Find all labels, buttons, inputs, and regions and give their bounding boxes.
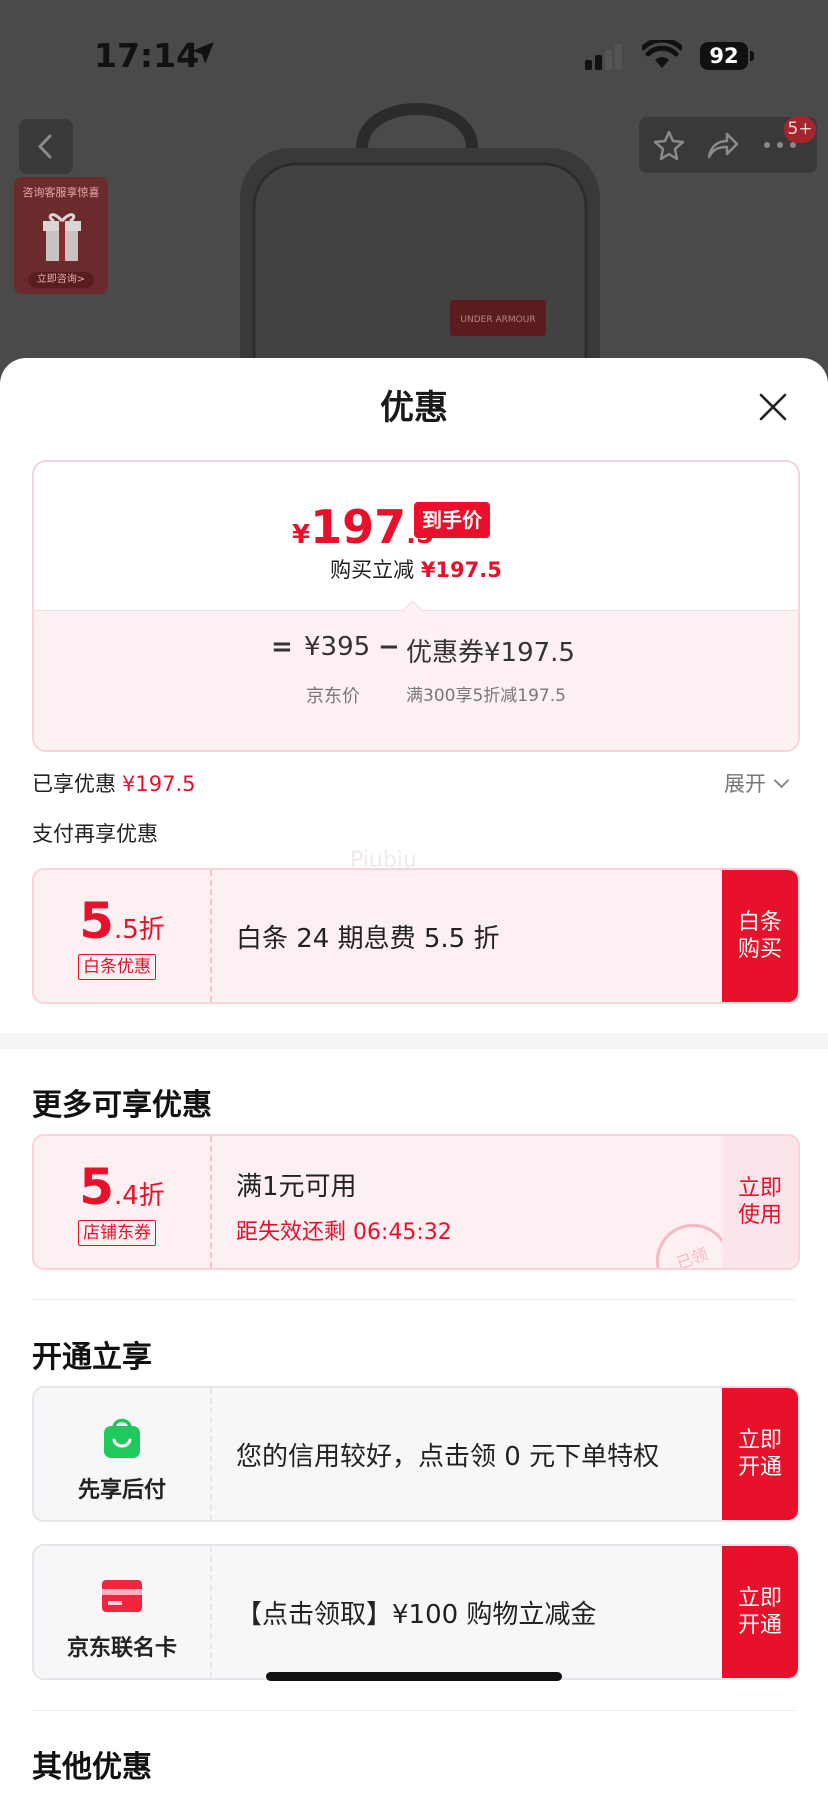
message-badge: 5+ [784, 116, 816, 143]
equals-sign: = [271, 632, 293, 662]
baitiao-coupon[interactable]: 5.5折 白条优惠 白条 24 期息费 5.5 折 白条 购买 [32, 868, 800, 1004]
activate-card-button[interactable]: 立即 开通 [722, 1546, 798, 1678]
customer-service-promo[interactable]: 咨询客服享惊喜 立即咨询> [14, 177, 108, 294]
jd-price-label: 京东价 [306, 686, 360, 707]
button-label: 立即 使用 [737, 1176, 782, 1228]
discount-sheet: 优惠 ¥197.5 到手价 购买立减 ¥197.5 = ¥395 − 优惠券¥1… [0, 358, 828, 1795]
coupon-discount-area: 5.4折 店铺东券 [34, 1136, 212, 1268]
offer-text: 【点击领取】¥100 购物立减金 [236, 1600, 597, 1630]
coupon-text: 白条 24 期息费 5.5 折 [236, 924, 500, 954]
open-enjoy-title: 开通立享 [32, 1340, 152, 1375]
final-price: ¥197.5 [292, 500, 434, 554]
final-price-card: ¥197.5 到手价 购买立减 ¥197.5 = ¥395 − 优惠券¥197.… [32, 460, 800, 752]
coupon-discount-area: 5.5折 白条优惠 [34, 870, 212, 1002]
home-indicator [266, 1672, 562, 1681]
promo-consult-button[interactable]: 立即咨询> [28, 272, 94, 288]
final-price-tag: 到手价 [414, 502, 490, 538]
instant-reduction: 购买立减 ¥197.5 [330, 558, 502, 582]
battery-tip [750, 51, 754, 61]
section-divider [0, 1033, 828, 1049]
credit-card-icon [102, 1580, 142, 1612]
coupon-tag: 白条优惠 [78, 954, 156, 980]
back-button[interactable] [19, 119, 73, 174]
chevron-left-icon [37, 134, 52, 159]
service-area: 京东联名卡 [34, 1546, 212, 1678]
button-label: 立即 开通 [737, 1428, 782, 1480]
share-icon[interactable] [705, 129, 739, 161]
store-coupon[interactable]: 5.4折 店铺东券 满1元可用 距失效还剩 06:45:32 已领 立即 使用 [32, 1134, 800, 1270]
battery-indicator: 92 [700, 42, 748, 70]
service-label: 京东联名卡 [66, 1636, 177, 1661]
gift-icon [43, 213, 81, 261]
button-label: 白条 购买 [737, 910, 782, 962]
service-label: 先享后付 [77, 1478, 166, 1503]
divider-line [32, 1299, 796, 1300]
expand-toggle[interactable]: 展开 [724, 768, 790, 798]
other-discounts-title: 其他优惠 [32, 1750, 152, 1785]
baitiao-buy-button[interactable]: 白条 购买 [722, 870, 798, 1002]
pay-more-title: 支付再享优惠 [32, 822, 158, 846]
service-area: 先享后付 [34, 1388, 212, 1520]
sheet-title: 优惠 [380, 388, 448, 428]
close-icon[interactable] [758, 392, 788, 422]
svg-text:UNDER ARMOUR: UNDER ARMOUR [460, 315, 535, 325]
location-arrow-icon [192, 42, 214, 64]
coupon-description: 满300享5折减197.5 [406, 686, 566, 706]
wifi-icon [642, 40, 682, 68]
coupon-discount: 5.5折 [79, 892, 165, 950]
coupon-countdown: 距失效还剩 06:45:32 [236, 1220, 452, 1245]
activate-pay-later-button[interactable]: 立即 开通 [722, 1388, 798, 1520]
product-page-background: 17:14 92 咨询客服享惊喜 立即咨询> UNDER ARMOUR 5+ [0, 0, 828, 418]
coupon-condition: 满1元可用 [236, 1172, 357, 1202]
shopping-bag-icon [104, 1418, 140, 1458]
coupon-discount: 5.4折 [79, 1158, 165, 1216]
enjoyed-discount: 已享优惠 ¥197.5 [32, 772, 196, 796]
button-label: 立即 开通 [737, 1586, 782, 1638]
minus-sign: − [378, 632, 400, 662]
more-discounts-title: 更多可享优惠 [32, 1088, 212, 1123]
chevron-down-icon [773, 772, 790, 789]
clock: 17:14 [94, 36, 200, 75]
use-now-button[interactable]: 立即 使用 [722, 1136, 798, 1268]
cellular-signal-icon [585, 44, 625, 70]
coupon-tag: 店铺东券 [78, 1220, 156, 1246]
offer-text: 您的信用较好，点击领 0 元下单特权 [236, 1442, 660, 1472]
cobrand-card-offer[interactable]: 京东联名卡 【点击领取】¥100 购物立减金 立即 开通 [32, 1544, 800, 1680]
jd-price: ¥395 [304, 632, 371, 662]
pay-later-offer[interactable]: 先享后付 您的信用较好，点击领 0 元下单特权 立即 开通 [32, 1386, 800, 1522]
promo-title: 咨询客服享惊喜 [22, 186, 100, 199]
divider-line [32, 1710, 796, 1711]
favorite-star-icon[interactable] [653, 129, 685, 161]
coupon-value: 优惠券¥197.5 [406, 638, 575, 668]
